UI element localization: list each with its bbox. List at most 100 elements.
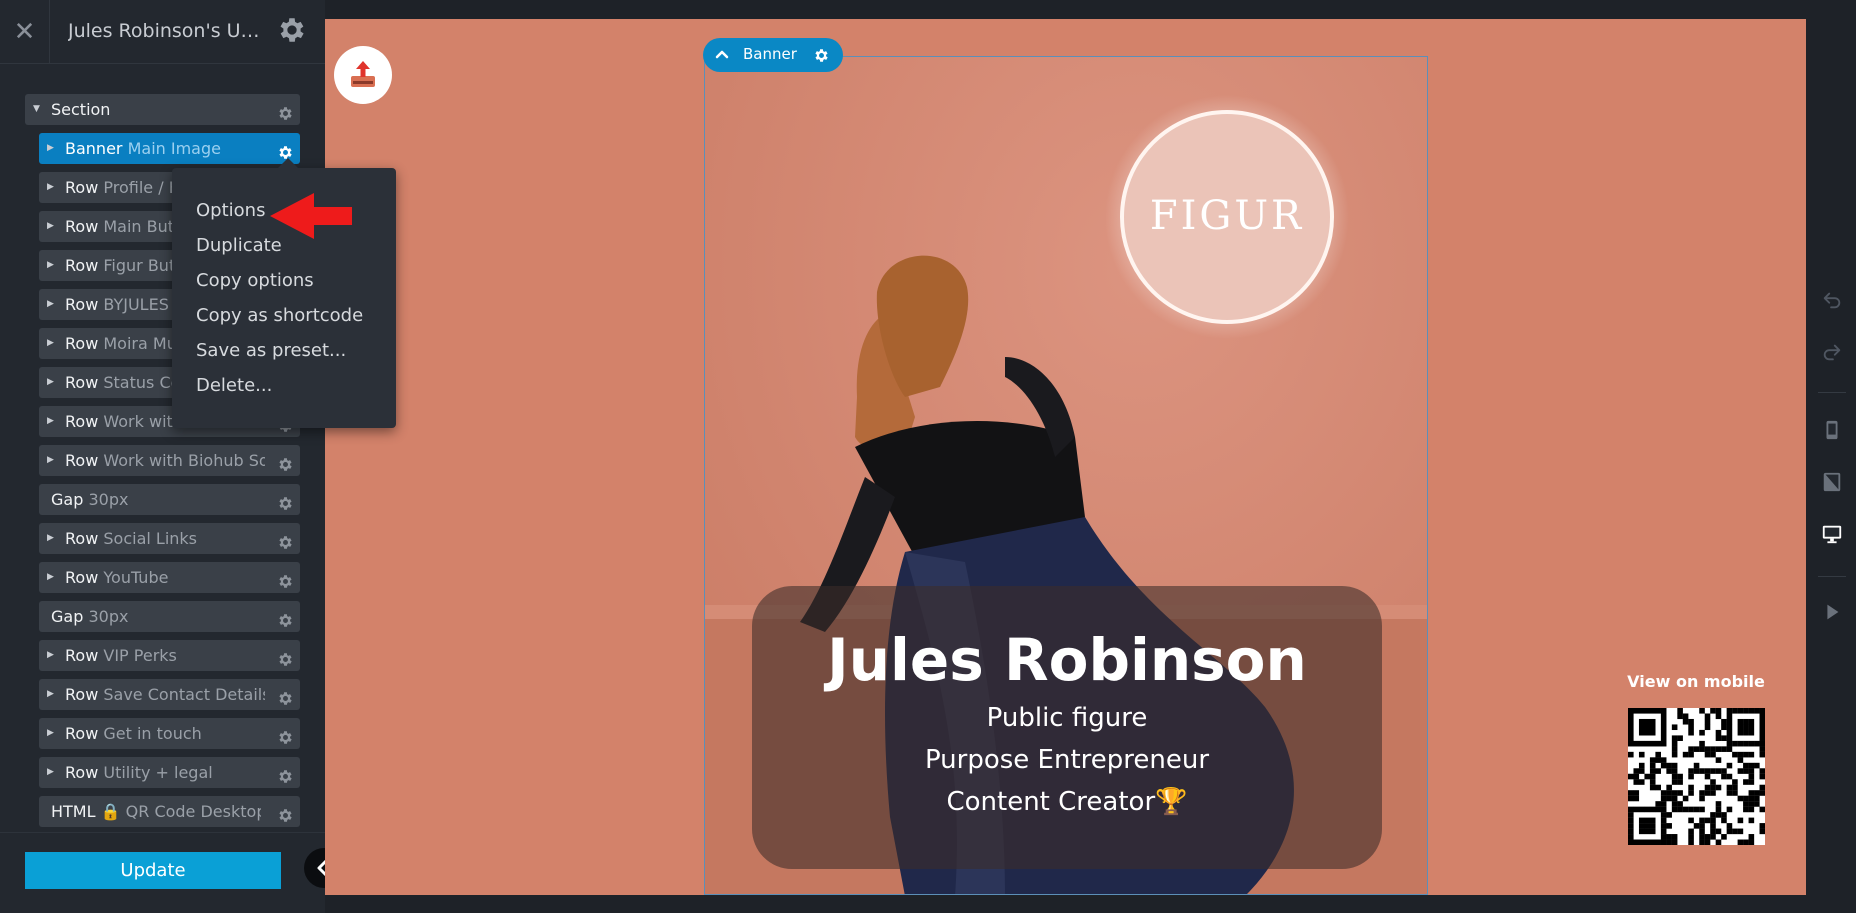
tree-node-row[interactable]: ▶ Row VIP Perks: [39, 640, 300, 671]
qr-module: [1759, 768, 1765, 774]
qr-module: [1737, 708, 1744, 714]
tree-node-gap[interactable]: Gap 30px: [39, 601, 300, 632]
tree-node-type: Row: [65, 451, 99, 470]
menu-item-delete[interactable]: Delete...: [196, 375, 272, 396]
qr-module: [1677, 773, 1683, 780]
qr-module: [1671, 724, 1678, 731]
gear-icon[interactable]: [277, 452, 294, 471]
tree-node-label: Section: [51, 94, 251, 125]
tree-node-label: Gap 30px: [51, 601, 261, 632]
banner-tag[interactable]: Banner: [703, 38, 843, 72]
gear-icon[interactable]: [813, 47, 830, 64]
qr-module: [1748, 729, 1755, 736]
qr-module: [1721, 817, 1727, 824]
tree-node-row[interactable]: ▶ Row Utility + legal: [39, 757, 300, 788]
caret-right-icon[interactable]: ▶: [47, 172, 57, 203]
tree-node-row[interactable]: ▶ Row Social Links: [39, 523, 300, 554]
qr-module: [1638, 779, 1645, 785]
mobile-view-icon[interactable]: [1821, 419, 1843, 441]
menu-item-copy-as-shortcode[interactable]: Copy as shortcode: [196, 305, 363, 326]
qr-module: [1644, 823, 1651, 829]
tree-node-section[interactable]: ▼ Section: [25, 94, 300, 125]
caret-down-icon[interactable]: ▼: [33, 94, 43, 125]
gear-icon[interactable]: [277, 725, 294, 744]
banner-block[interactable]: FIGUR Jules Robinson Public figure Purpo…: [704, 56, 1428, 895]
tree-node-row[interactable]: ▶ Row Work with Biohub So...: [39, 445, 300, 476]
qr-module: [1743, 806, 1749, 813]
chevron-up-icon[interactable]: [712, 45, 732, 65]
gear-icon[interactable]: [277, 140, 294, 159]
gear-icon[interactable]: [277, 647, 294, 666]
desktop-view-icon[interactable]: [1821, 523, 1843, 545]
caret-right-icon[interactable]: ▶: [47, 757, 57, 788]
caret-right-icon[interactable]: ▶: [47, 718, 57, 749]
tree-node-banner[interactable]: ▶ Banner Main Image: [39, 133, 300, 164]
gear-icon[interactable]: [277, 530, 294, 549]
rail-divider: [1818, 576, 1846, 577]
qr-module: [1628, 795, 1634, 802]
caret-right-icon[interactable]: ▶: [47, 328, 57, 359]
caret-right-icon[interactable]: ▶: [47, 640, 57, 671]
tree-node-row[interactable]: ▶ Row Save Contact Details: [39, 679, 300, 710]
gear-icon[interactable]: [277, 686, 294, 705]
close-button[interactable]: ✕: [0, 0, 50, 64]
caret-right-icon[interactable]: ▶: [47, 562, 57, 593]
caret-right-icon[interactable]: ▶: [47, 367, 57, 398]
tree-node-type: Row: [65, 763, 99, 782]
redo-icon[interactable]: [1821, 341, 1843, 363]
gear-icon[interactable]: [277, 608, 294, 627]
gear-icon[interactable]: [277, 491, 294, 510]
qr-module: [1721, 735, 1727, 741]
qr-module: [1671, 795, 1678, 802]
qr-module: [1699, 795, 1705, 802]
menu-item-copy-options[interactable]: Copy options: [196, 270, 314, 291]
tablet-view-icon[interactable]: [1821, 471, 1843, 493]
qr-module: [1677, 806, 1683, 813]
caret-right-icon[interactable]: ▶: [47, 679, 57, 710]
qr-module: [1671, 740, 1678, 747]
tree-node-row[interactable]: ▶ Row YouTube: [39, 562, 300, 593]
qr-module: [1759, 735, 1765, 741]
qr-module: [1660, 740, 1667, 747]
qr-module: [1715, 801, 1722, 807]
caret-right-icon[interactable]: ▶: [47, 523, 57, 554]
tree-node-html[interactable]: HTML 🔒 QR Code Desktop: [39, 796, 300, 827]
qr-module: [1671, 806, 1678, 813]
caret-right-icon[interactable]: ▶: [47, 289, 57, 320]
caret-right-icon[interactable]: ▶: [47, 250, 57, 281]
tree-node-gap[interactable]: Gap 30px: [39, 484, 300, 515]
gear-icon[interactable]: [277, 569, 294, 588]
qr-module: [1715, 713, 1722, 720]
qr-module: [1628, 740, 1634, 747]
caret-right-icon[interactable]: ▶: [47, 406, 57, 437]
tree-node-name: Main Butt: [103, 217, 181, 236]
preview-play-icon[interactable]: [1821, 601, 1843, 623]
caret-right-icon[interactable]: ▶: [47, 133, 57, 164]
qr-module: [1671, 762, 1678, 769]
qr-module: [1693, 746, 1700, 752]
gear-icon[interactable]: [276, 14, 308, 46]
qr-module: [1655, 768, 1661, 774]
qr-module: [1660, 708, 1667, 714]
upload-button[interactable]: [334, 46, 392, 104]
undo-icon[interactable]: [1821, 289, 1843, 311]
caret-right-icon[interactable]: ▶: [47, 445, 57, 476]
tree-node-type: Row: [65, 334, 99, 353]
qr-module: [1726, 828, 1733, 835]
qr-label: View on mobile: [1627, 672, 1765, 691]
qr-module: [1666, 768, 1672, 774]
tree-node-name: Work with Biohub So...: [103, 451, 265, 470]
qr-module: [1726, 773, 1733, 780]
gear-icon[interactable]: [277, 764, 294, 783]
update-button[interactable]: Update: [25, 852, 281, 889]
qr-module: [1704, 718, 1711, 725]
menu-item-save-as-preset[interactable]: Save as preset...: [196, 340, 346, 361]
gear-icon[interactable]: [277, 101, 294, 120]
qr-module: [1726, 735, 1733, 741]
caret-right-icon[interactable]: ▶: [47, 211, 57, 242]
tree-node-row[interactable]: ▶ Row Get in touch: [39, 718, 300, 749]
tree-node-type: Row: [65, 724, 99, 743]
qr-module: [1710, 768, 1716, 774]
menu-item-options[interactable]: Options: [196, 200, 265, 221]
gear-icon[interactable]: [277, 803, 294, 822]
